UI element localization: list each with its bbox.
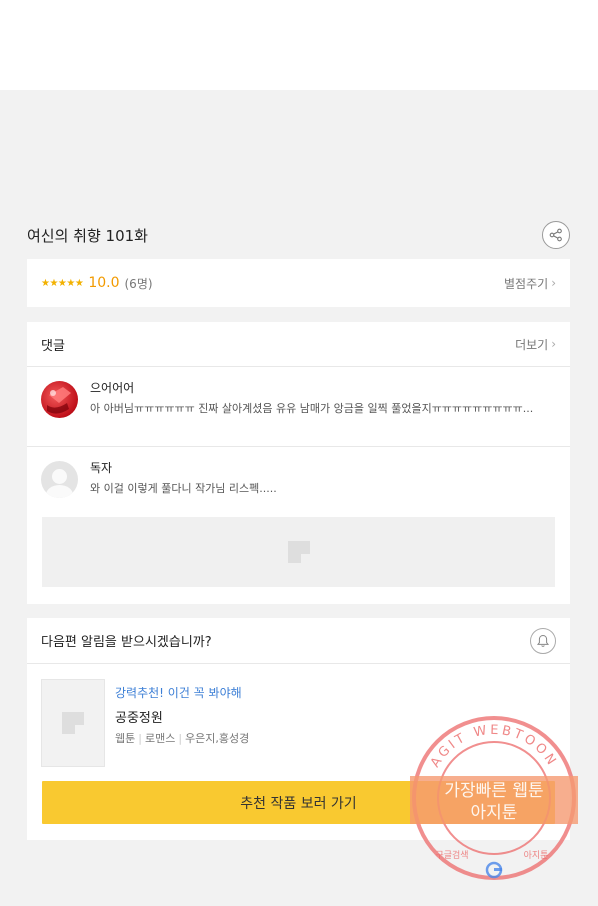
svg-text:구글검색: 구글검색 [435, 849, 468, 861]
comments-title: 댓글 [41, 338, 65, 354]
default-avatar-icon [41, 461, 78, 498]
comment-text: 와 이걸 이렇게 풀다니 작가님 리스펙..... [90, 482, 277, 495]
top-blank-area [0, 0, 598, 90]
rating-stars: ★★★★★ [41, 277, 84, 289]
avatar [41, 381, 78, 418]
notify-header: 다음편 알림을 받으시겠습니까? [27, 618, 570, 664]
meta-divider: | [138, 732, 142, 745]
comment-item[interactable]: 으어어어 아 아버님ㅠㅠㅠㅠㅠㅠ 진짜 살아계셨음 유유 남매가 앙금을 일찍 … [27, 367, 570, 447]
recommended-title: 공중정원 [115, 711, 163, 726]
comment-body: 독자 와 이걸 이렇게 풀다니 작가님 리스펙..... [90, 459, 556, 515]
recommended-work[interactable]: 강력추천! 이건 꼭 봐야해 공중정원 웹툰 | 로맨스 | 우은지,홍성경 [27, 664, 570, 782]
recommended-meta: 웹툰 | 로맨스 | 우은지,홍성경 [115, 730, 249, 746]
rating-score: 10.0 [88, 275, 120, 291]
notify-bell-button[interactable] [530, 627, 556, 654]
svg-text:아지툰: 아지툰 [524, 850, 549, 861]
meta-divider: | [178, 732, 183, 745]
share-button[interactable] [542, 221, 570, 249]
rating-summary: ★★★★★ 10.0 (6명) [41, 275, 153, 292]
google-icon [485, 861, 503, 879]
meta-genre: 로맨스 [144, 732, 176, 745]
rating-card: ★★★★★ 10.0 (6명) 별점주기 › [27, 259, 570, 307]
chevron-right-icon: › [551, 337, 556, 351]
bell-icon [536, 634, 550, 647]
recommended-thumbnail [41, 679, 105, 767]
notify-card: 다음편 알림을 받으시겠습니까? 강력추천! 이건 꼭 봐야해 공중정원 웹툰 |… [27, 618, 570, 840]
comments-more-button[interactable]: 더보기 › [515, 336, 556, 353]
ad-placeholder[interactable] [42, 517, 555, 587]
share-icon [549, 228, 562, 242]
rating-count: (6명) [124, 276, 153, 291]
comment-author: 으어어어 [90, 381, 135, 395]
recommended-info: 강력추천! 이건 꼭 봐야해 공중정원 웹툰 | 로맨스 | 우은지,홍성경 [115, 679, 249, 782]
notify-question: 다음편 알림을 받으시겠습니까? [41, 635, 212, 650]
rate-button-label: 별점주기 [504, 276, 549, 291]
user-avatar-image [47, 387, 71, 414]
episode-header: 여신의 취향 101화 [27, 220, 570, 250]
recommend-tag: 강력추천! 이건 꼭 봐야해 [115, 686, 242, 700]
comment-body: 으어어어 아 아버님ㅠㅠㅠㅠㅠㅠ 진짜 살아계셨음 유유 남매가 앙금을 일찍 … [90, 379, 556, 446]
comment-text: 아 아버님ㅠㅠㅠㅠㅠㅠ 진짜 살아계셨음 유유 남매가 앙금을 일찍 풀었을지ㅠ… [90, 402, 534, 415]
image-placeholder-icon [62, 712, 84, 734]
meta-type: 웹툰 [115, 732, 136, 745]
meta-authors: 우은지,홍성경 [185, 732, 250, 745]
view-recommended-button[interactable]: 추천 작품 보러 가기 [42, 781, 555, 824]
rate-button[interactable]: 별점주기 › [504, 275, 556, 292]
comments-header: 댓글 더보기 › [27, 322, 570, 367]
comment-author: 독자 [90, 461, 113, 475]
comments-card: 댓글 더보기 › 으어어어 아 아버님ㅠㅠㅠㅠㅠㅠ 진짜 살아계셨음 유유 남매… [27, 322, 570, 604]
chevron-right-icon: › [551, 276, 556, 290]
episode-title: 여신의 취향 101화 [27, 226, 148, 245]
comments-more-label: 더보기 [515, 337, 549, 352]
comment-item[interactable]: 독자 와 이걸 이렇게 풀다니 작가님 리스펙..... [27, 447, 570, 515]
image-placeholder-icon [287, 541, 310, 563]
